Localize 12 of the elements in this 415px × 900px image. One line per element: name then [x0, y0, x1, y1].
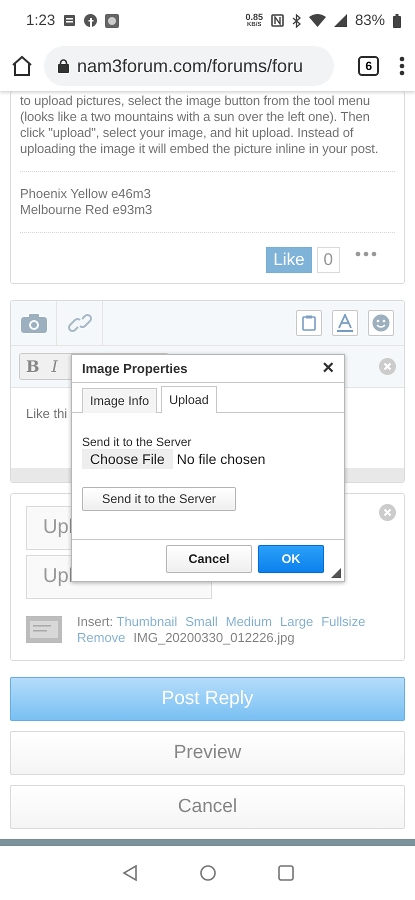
dialog-title: Image Properties [82, 360, 188, 376]
like-count: 0 [316, 246, 340, 273]
url-text: nam3forum.com/forums/foru [77, 56, 304, 77]
attachment-info: Insert: Thumbnail Small Medium Large Fullsize Remove IMG_20200330_012226.jpg [77, 614, 366, 646]
editor-text: Like thi [26, 406, 68, 421]
battery-level: 83% [354, 12, 385, 30]
clock-time: 1:23 [26, 12, 56, 30]
signature-line: Melbourne Red e93m3 [20, 202, 154, 218]
post-text: to upload pictures, select the image button from the tool menu (looks like a two mountains with a sun over the left one). Then click "upload", select your image, and hit upload. Instead of uploading the image it will embed the picture inline in your post. [20, 92, 380, 157]
file-status: No file chosen [176, 450, 266, 467]
field-label: Send it to the Server [82, 434, 192, 449]
signature-line: Phoenix Yellow e46m3 [20, 186, 152, 202]
